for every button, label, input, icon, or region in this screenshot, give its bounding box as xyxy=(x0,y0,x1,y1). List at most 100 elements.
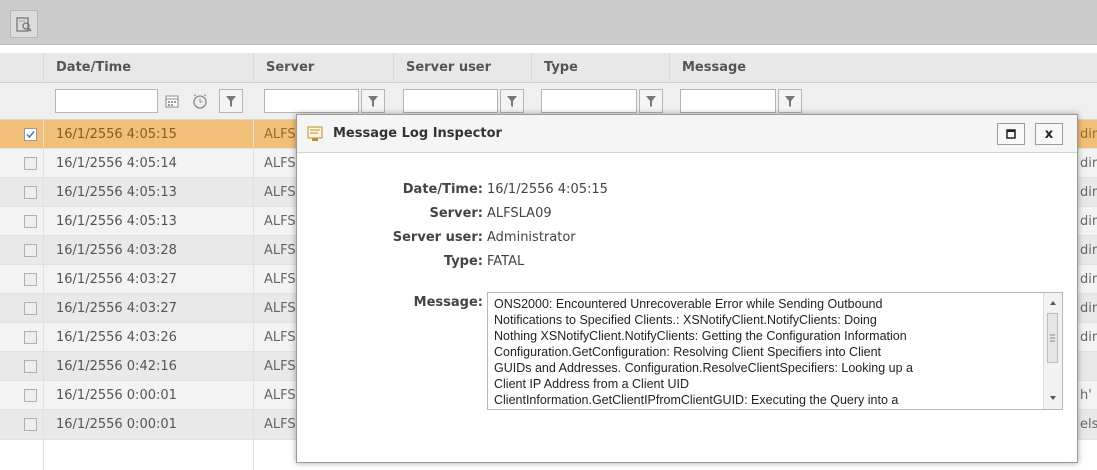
row-datetime: 16/1/2556 4:05:13 xyxy=(56,214,177,229)
server-filter-input[interactable] xyxy=(264,89,359,113)
column-header-server[interactable]: Server xyxy=(253,53,393,83)
row-server: ALFS xyxy=(264,301,296,316)
row-checkbox[interactable] xyxy=(24,128,37,141)
row-message: dir xyxy=(1080,272,1097,287)
server-label: Server: xyxy=(429,206,484,221)
row-message: dir xyxy=(1080,185,1097,200)
message-line: Notifications to Specified Clients.: XSN… xyxy=(494,313,877,327)
row-server: ALFS xyxy=(264,127,296,142)
row-checkbox[interactable] xyxy=(24,215,37,228)
row-message: dir xyxy=(1080,156,1097,171)
inspect-icon xyxy=(16,17,32,32)
message-line: Nothing XSNotifyClient.NotifyClients: Ge… xyxy=(494,329,907,343)
row-server: ALFS xyxy=(264,185,296,200)
row-server: ALFS xyxy=(264,359,296,374)
row-checkbox[interactable] xyxy=(24,302,37,315)
message-label: Message: xyxy=(413,295,483,310)
column-header-datetime[interactable]: Date/Time xyxy=(43,53,253,83)
row-checkbox[interactable] xyxy=(24,360,37,373)
row-message: dir xyxy=(1080,330,1097,345)
datetime-filter-button[interactable] xyxy=(219,89,243,113)
row-server: ALFS xyxy=(264,156,296,171)
message-line: ClientInformation.GetClientIPfromClientG… xyxy=(494,393,899,407)
filter-icon xyxy=(646,95,656,107)
inspect-button[interactable] xyxy=(10,10,38,38)
maximize-button[interactable] xyxy=(997,123,1025,145)
dialog-title: Message Log Inspector xyxy=(333,126,502,141)
row-datetime: 16/1/2556 4:03:27 xyxy=(56,301,177,316)
column-divider xyxy=(43,120,44,470)
type-label: Type: xyxy=(443,254,483,269)
close-icon: x xyxy=(1044,126,1054,142)
column-divider xyxy=(253,120,254,470)
filter-icon xyxy=(368,95,378,107)
row-checkbox[interactable] xyxy=(24,389,37,402)
row-message: dir xyxy=(1080,243,1097,258)
column-header-server-user[interactable]: Server user xyxy=(393,53,531,83)
maximize-icon xyxy=(1006,129,1016,139)
message-line: Client IP Address from a Client UID xyxy=(494,377,689,391)
row-datetime: 16/1/2556 0:42:16 xyxy=(56,359,177,374)
server-value: ALFSLA09 xyxy=(487,206,552,221)
row-message: dir xyxy=(1080,214,1097,229)
row-checkbox[interactable] xyxy=(24,157,37,170)
calendar-icon[interactable] xyxy=(162,91,182,111)
row-datetime: 16/1/2556 4:05:13 xyxy=(56,185,177,200)
row-datetime: 16/1/2556 4:03:26 xyxy=(56,330,177,345)
message-textarea[interactable]: ONS2000: Encountered Unrecoverable Error… xyxy=(487,292,1063,410)
type-filter-input[interactable] xyxy=(541,89,637,113)
datetime-label: Date/Time: xyxy=(402,182,483,197)
clock-icon[interactable] xyxy=(190,91,210,111)
message-scrollbar[interactable] xyxy=(1043,293,1062,409)
scroll-up-icon[interactable] xyxy=(1044,296,1062,310)
message-filter-input[interactable] xyxy=(680,89,776,113)
row-server: ALFS xyxy=(264,417,296,432)
datetime-filter-input[interactable] xyxy=(55,89,158,113)
row-checkbox[interactable] xyxy=(24,418,37,431)
close-button[interactable]: x xyxy=(1035,123,1063,145)
type-value: FATAL xyxy=(487,254,525,269)
row-checkbox[interactable] xyxy=(24,244,37,257)
column-header-message[interactable]: Message xyxy=(669,53,1097,83)
row-datetime: 16/1/2556 4:03:27 xyxy=(56,272,177,287)
filter-icon xyxy=(226,95,236,107)
row-server: ALFS xyxy=(264,388,296,403)
message-filter-button[interactable] xyxy=(778,89,802,113)
row-checkbox[interactable] xyxy=(24,273,37,286)
message-line: ONS2000: Encountered Unrecoverable Error… xyxy=(494,297,883,311)
grid-header: Date/Time Server Server user Type Messag… xyxy=(0,53,1097,83)
server-filter-button[interactable] xyxy=(361,89,385,113)
row-server: ALFS xyxy=(264,330,296,345)
row-message: h' xyxy=(1080,388,1092,403)
server-user-filter-button[interactable] xyxy=(500,89,524,113)
row-datetime: 16/1/2556 4:03:28 xyxy=(56,243,177,258)
type-filter-button[interactable] xyxy=(639,89,663,113)
row-checkbox[interactable] xyxy=(24,186,37,199)
server-user-label: Server user: xyxy=(392,230,483,245)
row-server: ALFS xyxy=(264,272,296,287)
toolbar xyxy=(0,0,1097,45)
row-datetime: 16/1/2556 0:00:01 xyxy=(56,417,177,432)
row-message: dir xyxy=(1080,127,1097,142)
row-datetime: 16/1/2556 4:05:14 xyxy=(56,156,177,171)
message-log-inspector-dialog: Message Log Inspector x Date/Time: 16/1/… xyxy=(296,114,1078,463)
grip-icon xyxy=(1050,334,1055,342)
scroll-down-icon[interactable] xyxy=(1044,391,1062,405)
server-user-filter-input[interactable] xyxy=(403,89,498,113)
filter-icon xyxy=(785,95,795,107)
row-server: ALFS xyxy=(264,243,296,258)
datetime-value: 16/1/2556 4:05:15 xyxy=(487,182,608,197)
log-window-icon xyxy=(307,126,323,146)
row-message: dir xyxy=(1080,301,1097,316)
message-line: Configuration.GetConfiguration: Resolvin… xyxy=(494,345,882,359)
row-datetime: 16/1/2556 4:05:15 xyxy=(56,127,177,142)
row-server: ALFS xyxy=(264,214,296,229)
scroll-thumb[interactable] xyxy=(1047,313,1058,363)
row-message: els xyxy=(1080,417,1097,432)
server-user-value: Administrator xyxy=(487,230,576,245)
column-header-type[interactable]: Type xyxy=(531,53,669,83)
row-datetime: 16/1/2556 0:00:01 xyxy=(56,388,177,403)
row-checkbox[interactable] xyxy=(24,331,37,344)
dialog-titlebar[interactable]: Message Log Inspector x xyxy=(297,115,1077,153)
message-text: ONS2000: Encountered Unrecoverable Error… xyxy=(494,296,1039,408)
